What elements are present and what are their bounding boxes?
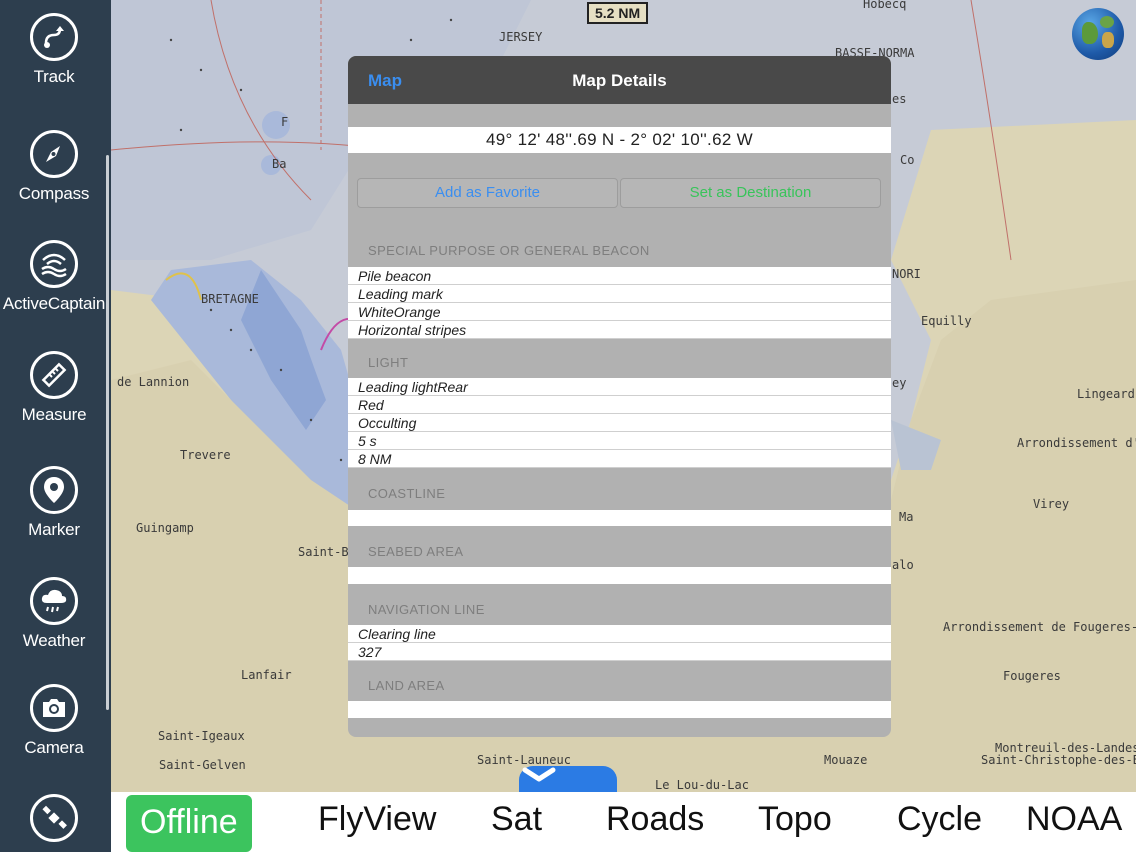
sidebar-item-compass[interactable]: Compass <box>0 130 108 204</box>
sidebar-item-label: ActiveCaptain <box>2 294 106 313</box>
coordinates-readout: 49° 12' 48''.69 N - 2° 02' 10''.62 W <box>348 127 891 153</box>
sidebar-item-label: Measure <box>21 405 87 424</box>
map-type-noaa[interactable]: NOAA <box>1026 800 1122 839</box>
beacon-rows: Pile beacon Leading mark WhiteOrange Hor… <box>348 267 891 339</box>
collapse-panel-button[interactable] <box>519 766 617 792</box>
empty-row <box>348 567 891 584</box>
sidebar-item-label: Marker <box>28 520 80 539</box>
camera-icon <box>30 684 78 732</box>
sidebar-item-satellite[interactable] <box>0 794 108 842</box>
map-type-sat[interactable]: Sat <box>491 800 542 839</box>
place-label: Saint-Launeuc <box>477 753 571 767</box>
sidebar-item-label: Compass <box>18 184 90 203</box>
list-item: Red <box>348 396 891 414</box>
place-label: Trevere <box>180 448 231 462</box>
place-label: Mouaze <box>824 753 868 767</box>
place-label: Arrondissement d'A <box>1017 436 1136 450</box>
light-rows: Leading lightRear Red Occulting 5 s 8 NM <box>348 378 891 468</box>
map-type-offline[interactable]: Offline <box>126 795 252 852</box>
place-label: Co <box>900 153 915 167</box>
list-item: Pile beacon <box>348 267 891 285</box>
sidebar-item-marker[interactable]: Marker <box>0 466 108 540</box>
empty-row <box>348 510 891 526</box>
chevron-down-icon <box>522 767 556 782</box>
sidebar: Track Compass ActiveCaptain Measure Mark <box>0 0 111 852</box>
sidebar-item-label: Track <box>33 67 75 86</box>
add-favorite-button[interactable]: Add as Favorite <box>357 178 618 208</box>
sidebar-item-track[interactable]: Track <box>0 13 108 87</box>
empty-row <box>348 701 891 718</box>
place-label: alo <box>892 558 914 572</box>
satellite-icon <box>30 794 78 842</box>
list-item: Leading mark <box>348 285 891 303</box>
list-item: Occulting <box>348 414 891 432</box>
cloud-rain-icon <box>30 577 78 625</box>
dialog-title: Map Details <box>572 71 667 90</box>
sidebar-item-camera[interactable]: Camera <box>0 684 108 758</box>
sidebar-item-label: Camera <box>24 738 84 757</box>
place-label: Virey <box>1033 497 1070 511</box>
place-label: NORI <box>892 267 921 281</box>
place-label: Guingamp <box>136 521 194 535</box>
map-type-roads[interactable]: Roads <box>606 800 704 839</box>
list-item: Horizontal stripes <box>348 321 891 339</box>
place-label: Arrondissement de Fougeres-Vi <box>943 620 1136 634</box>
navline-rows: Clearing line 327 <box>348 625 891 661</box>
map-type-flyview[interactable]: FlyView <box>318 800 436 839</box>
place-label: ey <box>892 376 907 390</box>
map-pin-icon <box>30 466 78 514</box>
map-type-bar: Offline FlyView Sat Roads Topo Cycle NOA… <box>111 792 1136 852</box>
section-header-navigation-line: NAVIGATION LINE <box>368 602 485 617</box>
section-header-coastline: COASTLINE <box>368 486 446 501</box>
section-header-land-area: LAND AREA <box>368 678 445 693</box>
place-label: Saint-Christophe-des-Bo <box>981 753 1136 767</box>
list-item: 8 NM <box>348 450 891 468</box>
globe-icon[interactable] <box>1072 8 1124 60</box>
list-item: WhiteOrange <box>348 303 891 321</box>
place-label: Ba <box>272 157 287 171</box>
list-item: 5 s <box>348 432 891 450</box>
place-label: BRETAGNE <box>201 292 259 306</box>
place-label: Fougeres <box>1003 669 1061 683</box>
scale-indicator: 5.2 NM <box>587 2 649 24</box>
place-label: Equilly <box>921 314 972 328</box>
place-label: Lingeard <box>1077 387 1135 401</box>
place-label: Lanfair <box>241 668 292 682</box>
place-label: Ma <box>899 510 914 524</box>
activecaptain-icon <box>30 240 78 288</box>
place-label: JERSEY <box>499 30 543 44</box>
map-type-topo[interactable]: Topo <box>758 800 832 839</box>
place-label: F <box>281 115 289 129</box>
place-label: de Lannion <box>117 375 190 389</box>
place-label: Saint-Igeaux <box>158 729 245 743</box>
place-label: Saint-B <box>298 545 349 559</box>
place-label: Le Lou-du-Lac <box>655 778 749 792</box>
track-icon <box>30 13 78 61</box>
sidebar-item-label: Weather <box>22 631 86 650</box>
dialog-header: Map Map Details <box>348 56 891 104</box>
sidebar-item-measure[interactable]: Measure <box>0 351 108 425</box>
section-header-seabed: SEABED AREA <box>368 544 464 559</box>
set-destination-button[interactable]: Set as Destination <box>620 178 881 208</box>
sidebar-item-activecaptain[interactable]: ActiveCaptain <box>0 240 108 314</box>
list-item: Leading lightRear <box>348 378 891 396</box>
ruler-icon <box>30 351 78 399</box>
section-header-beacon: SPECIAL PURPOSE OR GENERAL BEACON <box>368 243 650 258</box>
compass-icon <box>30 130 78 178</box>
place-label: Hobecq <box>863 0 907 11</box>
section-header-light: LIGHT <box>368 355 409 370</box>
list-item: Clearing line <box>348 625 891 643</box>
map-type-cycle[interactable]: Cycle <box>897 800 982 839</box>
map-details-dialog: Map Map Details 49° 12' 48''.69 N - 2° 0… <box>348 56 891 737</box>
place-label: es <box>892 92 907 106</box>
list-item: 327 <box>348 643 891 661</box>
place-label: Saint-Gelven <box>159 758 246 772</box>
sidebar-item-weather[interactable]: Weather <box>0 577 108 651</box>
